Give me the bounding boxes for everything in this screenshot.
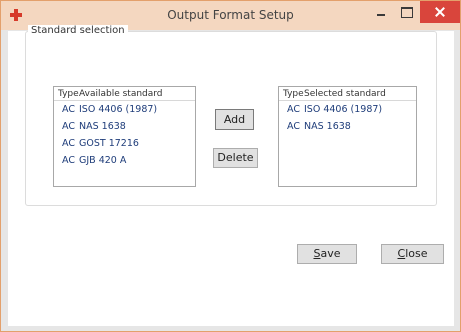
group-title: Standard selection — [28, 25, 128, 36]
list-item-type: AC — [62, 155, 75, 166]
list-item-standard: ISO 4406 (1987) — [304, 104, 383, 115]
list-item-type: AC — [287, 104, 300, 115]
available-list-header: Type Available standard — [54, 87, 195, 101]
list-item[interactable]: AC ISO 4406 (1987) — [279, 101, 416, 118]
list-item-standard: ISO 4406 (1987) — [79, 104, 158, 115]
list-item[interactable]: AC GJB 420 A — [54, 152, 195, 169]
delete-button[interactable]: Delete — [213, 148, 258, 168]
minimize-button[interactable] — [369, 1, 393, 23]
list-item[interactable]: AC ISO 4406 (1987) — [54, 101, 195, 118]
list-item-type: AC — [62, 138, 75, 149]
available-standard-list[interactable]: Type Available standard AC ISO 4406 (198… — [53, 86, 196, 187]
list-item-type: AC — [62, 121, 75, 132]
list-item-type: AC — [287, 121, 300, 132]
list-item-type: AC — [62, 104, 75, 115]
close-button[interactable]: Close — [381, 244, 444, 264]
save-button[interactable]: Save — [297, 244, 357, 264]
list-item[interactable]: AC NAS 1638 — [279, 118, 416, 135]
list-item[interactable]: AC NAS 1638 — [54, 118, 195, 135]
close-window-button[interactable] — [420, 1, 460, 23]
column-header-type: Type — [283, 89, 304, 99]
list-item-standard: GOST 17216 — [79, 138, 139, 149]
list-item-standard: NAS 1638 — [79, 121, 126, 132]
add-button[interactable]: Add — [215, 109, 254, 130]
output-format-setup-window: Output Format Setup Standard selection T… — [0, 0, 461, 332]
column-header-type: Type — [58, 89, 79, 99]
save-label-rest: ave — [320, 247, 341, 260]
selected-standard-list[interactable]: Type Selected standard AC ISO 4406 (1987… — [278, 86, 417, 187]
column-header-selected-standard: Selected standard — [304, 89, 386, 99]
list-item-standard: GJB 420 A — [79, 155, 127, 166]
list-item-standard: NAS 1638 — [304, 121, 351, 132]
maximize-button[interactable] — [394, 1, 418, 23]
close-label-rest: lose — [405, 247, 428, 260]
selected-list-header: Type Selected standard — [279, 87, 416, 101]
column-header-available-standard: Available standard — [79, 89, 163, 99]
list-item[interactable]: AC GOST 17216 — [54, 135, 195, 152]
